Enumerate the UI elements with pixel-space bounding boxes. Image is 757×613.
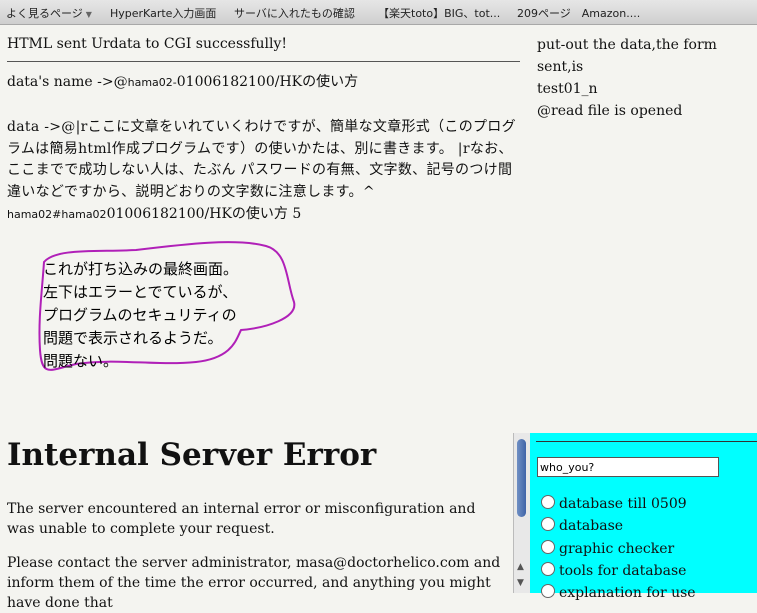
right-status-panel: put-out the data,the form sent,is test01… [537, 34, 753, 122]
footer-value: 01006182100/HKの使い方 5 [106, 206, 302, 222]
annotation-line-2: 左下はエラーとでているが、 [43, 283, 238, 301]
put-out-line-1: put-out the data,the form sent,is [537, 37, 717, 75]
error-paragraph-2: Please contact the server administrator,… [7, 555, 501, 611]
bookmark-hyperkarte[interactable]: HyperKarte入力画面 [110, 5, 216, 21]
annotation-line-4: 問題で表示されるようだ。 [43, 329, 223, 347]
annotation-line-3: プログラムのセキュリティの [43, 306, 237, 324]
bookmark-rakuten-toto[interactable]: 【楽天toto】BIG、tot... [378, 5, 500, 21]
scroll-up-arrow-icon[interactable]: ▲ [517, 562, 524, 572]
bookmark-amazon[interactable]: 209ページ Amazon.... [517, 5, 640, 21]
bookmark-server-check[interactable]: サーバに入れたもの確認 [234, 5, 355, 21]
option-tools-for-database[interactable]: tools for database [541, 562, 686, 580]
who-you-input[interactable]: who_you? [537, 457, 719, 477]
data-name-label: data's name ->@ [7, 74, 128, 90]
put-out-line-2: test01_n [537, 81, 598, 97]
scrollbar-thumb[interactable] [517, 439, 526, 517]
data-footer-line: hama02#hama0201006182100/HKの使い方 5 [7, 204, 522, 225]
read-file-status: @read file is opened [537, 103, 683, 119]
radio-button[interactable] [541, 517, 555, 531]
status-area: HTML sent Urdata to CGI successfully! [7, 34, 520, 62]
bookmark-most-visited[interactable]: よく見るページ ▼ [6, 5, 92, 21]
error-paragraph-1: The server encountered an internal error… [7, 501, 476, 537]
data-name-line: data's name ->@hama02-01006182100/HKの使い方 [7, 72, 522, 93]
data-name-id: hama02- [127, 76, 177, 89]
footer-hash: # [52, 208, 62, 221]
annotation-text: これが打ち込みの最終画面。 左下はエラーとでているが、 プログラムのセキュリティ… [43, 258, 238, 373]
radio-button[interactable] [541, 495, 555, 509]
scroll-down-arrow-icon[interactable]: ▼ [517, 578, 524, 588]
bookmarks-toolbar: よく見るページ ▼ HyperKarte入力画面 サーバに入れたもの確認 【楽天t… [0, 0, 757, 25]
radio-button[interactable] [541, 540, 555, 554]
data-name-value: 01006182100/HKの使い方 [176, 74, 359, 90]
annotation-line-1: これが打ち込みの最終画面。 [43, 260, 239, 278]
radio-button[interactable] [541, 584, 555, 598]
option-graphic-checker[interactable]: graphic checker [541, 540, 674, 558]
option-explanation-for-use[interactable]: explanation for use [541, 584, 696, 602]
data-body-text: data ->@|rここに文章をいれていくわけですが、簡単な文章形式（このプログ… [7, 119, 516, 200]
error-heading: Internal Server Error [7, 437, 377, 473]
chevron-down-icon: ▼ [85, 10, 92, 19]
panel-divider [536, 441, 757, 442]
footer-prefix-1: hama02 [7, 208, 53, 221]
option-database-till-0509[interactable]: database till 0509 [541, 495, 687, 513]
footer-prefix-2: hama02 [61, 208, 107, 221]
option-database[interactable]: database [541, 517, 623, 535]
radio-button[interactable] [541, 562, 555, 576]
status-message: HTML sent Urdata to CGI successfully! [7, 36, 288, 52]
divider [7, 61, 520, 62]
annotation-line-5: 問題ない。 [43, 352, 119, 370]
